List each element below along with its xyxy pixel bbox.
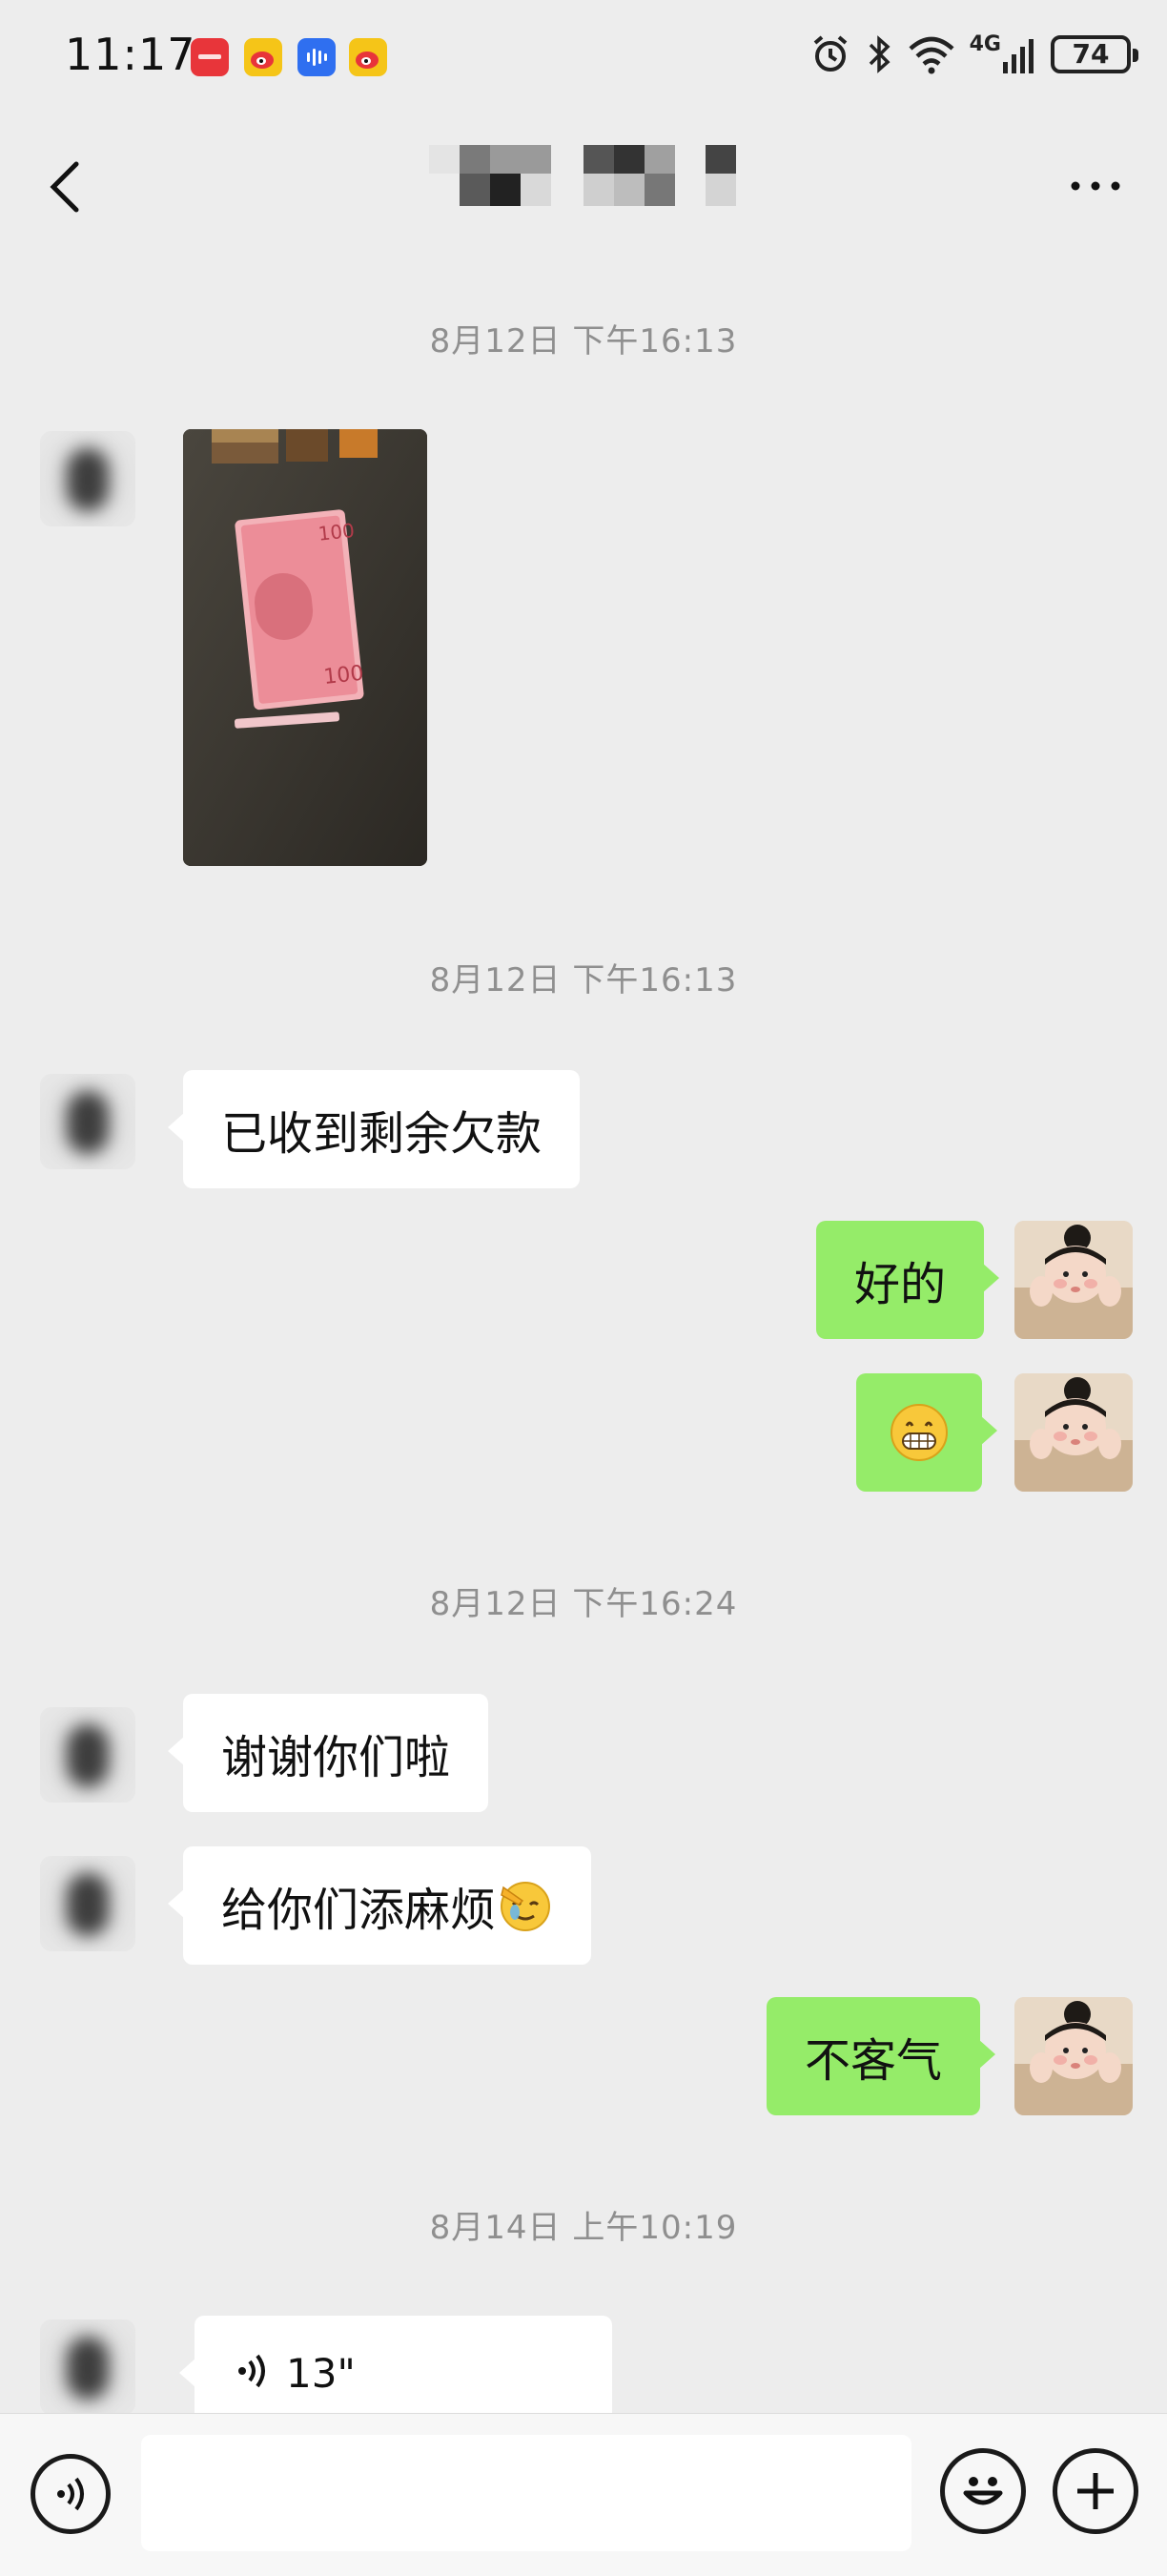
- baby-avatar-image: [1014, 1997, 1133, 2115]
- message-timestamp: 8月12日 下午16:13: [429, 322, 738, 361]
- message-timestamp: 8月14日 上午10:19: [429, 2209, 738, 2247]
- plus-icon: [1077, 2473, 1114, 2509]
- alarm-icon: [813, 34, 847, 72]
- message-bubble-received[interactable]: 谢谢你们啦: [167, 1694, 489, 1812]
- message-input[interactable]: [141, 2435, 911, 2551]
- contact-avatar[interactable]: [40, 1074, 135, 1169]
- voice-message-bubble[interactable]: 13": [179, 2316, 612, 2413]
- huawei-app-icon: [191, 38, 229, 76]
- my-avatar[interactable]: [1014, 1221, 1133, 1339]
- message-bubble-received[interactable]: 给你们添麻烦: [167, 1846, 592, 1965]
- baby-avatar-image: [1014, 1373, 1133, 1492]
- my-avatar[interactable]: [1014, 1997, 1133, 2115]
- message-bubble-sent[interactable]: 不客气: [767, 1997, 996, 2115]
- status-time: 11:17: [65, 29, 196, 80]
- image-message[interactable]: 100 100: [183, 429, 427, 866]
- voice-icon: [57, 2477, 84, 2511]
- contact-avatar[interactable]: [40, 1707, 135, 1803]
- more-features-button[interactable]: [1053, 2448, 1138, 2534]
- chat-title: [420, 143, 744, 229]
- svg-text:100: 100: [322, 662, 364, 690]
- voice-app-icon: [297, 38, 336, 76]
- battery-indicator: 74: [1051, 34, 1138, 73]
- emoji-bubble-sent[interactable]: [856, 1373, 997, 1492]
- signal-icon: [1003, 39, 1034, 73]
- message-timestamp: 8月12日 下午16:13: [429, 961, 738, 999]
- voice-duration: 13": [286, 2350, 356, 2397]
- message-bubble-received[interactable]: 已收到剩余欠款: [167, 1070, 581, 1188]
- bluetooth-icon: [869, 34, 891, 73]
- network-type: 4G: [969, 32, 1001, 56]
- status-indicators: 4G 74: [809, 32, 1138, 75]
- emoji-button[interactable]: [940, 2448, 1026, 2534]
- weibo-app-icon: [244, 38, 282, 76]
- message-timestamp: 8月12日 下午16:24: [429, 1585, 738, 1623]
- weibo-app-icon-2: [349, 38, 387, 76]
- my-avatar[interactable]: [1014, 1373, 1133, 1492]
- facepalm-emoji-icon: [501, 1882, 551, 1931]
- smiley-icon: [963, 2477, 1003, 2505]
- voice-input-button[interactable]: [31, 2454, 111, 2534]
- voice-wave-icon: [238, 2354, 265, 2388]
- message-bubble-sent[interactable]: 好的: [816, 1221, 1000, 1339]
- banknotes-photo: 100 100: [183, 429, 427, 866]
- grinning-face-icon: [891, 1404, 948, 1461]
- more-icon: [1071, 181, 1120, 191]
- chat-header: [0, 114, 1167, 258]
- contact-avatar[interactable]: [40, 431, 135, 526]
- back-button[interactable]: [38, 153, 95, 219]
- svg-text:100: 100: [317, 519, 356, 546]
- contact-avatar[interactable]: [40, 2319, 135, 2415]
- wifi-icon: [909, 36, 954, 73]
- input-bar: [0, 2413, 1167, 2576]
- contact-avatar[interactable]: [40, 1856, 135, 1951]
- baby-avatar-image: [1014, 1221, 1133, 1339]
- more-options-button[interactable]: [1062, 162, 1129, 210]
- status-bar: 11:17 4G 74: [0, 0, 1167, 114]
- battery-level: 74: [1072, 38, 1110, 70]
- chevron-left-icon: [50, 161, 79, 213]
